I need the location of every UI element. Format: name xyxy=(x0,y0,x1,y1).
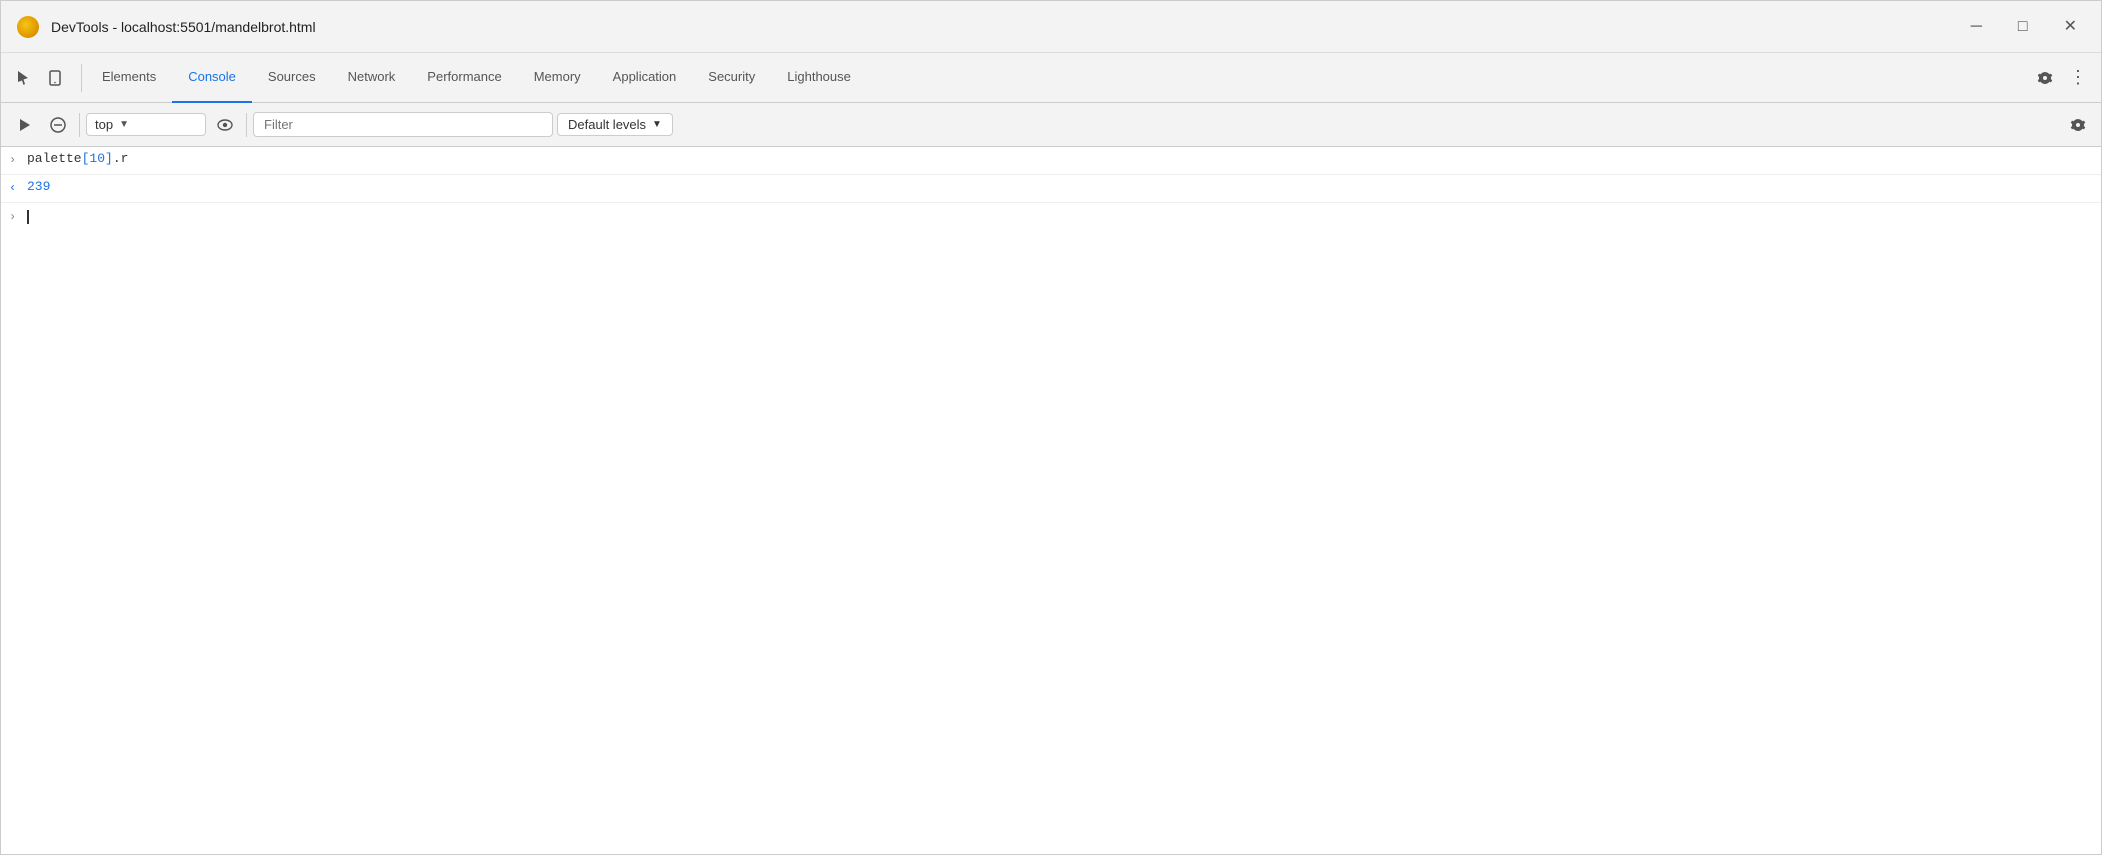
devtools-icon xyxy=(17,16,39,38)
close-button[interactable]: ✕ xyxy=(2056,15,2085,39)
tab-console[interactable]: Console xyxy=(172,53,252,103)
filter-input[interactable] xyxy=(253,112,553,137)
maximize-button[interactable]: □ xyxy=(2010,15,2036,39)
console-output-value: 239 xyxy=(27,179,50,194)
device-icon xyxy=(47,70,63,86)
title-bar: DevTools - localhost:5501/mandelbrot.htm… xyxy=(1,1,2101,53)
context-label: top xyxy=(95,117,113,132)
cursor-icon xyxy=(15,70,31,86)
bracket-index: [10] xyxy=(82,151,113,166)
minimize-button[interactable]: ─ xyxy=(1963,15,1990,39)
console-entry-input: › palette[10].r xyxy=(1,147,2101,175)
gear-icon xyxy=(2037,70,2053,86)
device-toolbar-button[interactable] xyxy=(41,64,69,92)
more-options-button[interactable]: ⋮ xyxy=(2063,61,2093,94)
tab-memory[interactable]: Memory xyxy=(518,53,597,103)
watch-expressions-button[interactable] xyxy=(210,112,240,138)
console-settings-button[interactable] xyxy=(2063,112,2093,138)
console-input-text: palette[10].r xyxy=(27,151,2093,166)
tabs-bar: Elements Console Sources Network Perform… xyxy=(1,53,2101,103)
tab-network[interactable]: Network xyxy=(332,53,412,103)
return-arrow-icon: ‹ xyxy=(9,179,23,195)
prompt-arrow-icon: › xyxy=(9,210,23,224)
chevron-down-icon: ▼ xyxy=(119,119,129,130)
levels-arrow-icon: ▼ xyxy=(652,119,662,130)
toolbar-divider-1 xyxy=(79,113,80,137)
log-levels-selector[interactable]: Default levels ▼ xyxy=(557,113,673,136)
cursor-blink xyxy=(27,210,29,224)
tab-lighthouse[interactable]: Lighthouse xyxy=(771,53,867,103)
console-entry-output: ‹ 239 xyxy=(1,175,2101,203)
settings-button[interactable] xyxy=(2031,64,2059,92)
gear-icon xyxy=(2070,117,2086,133)
title-bar-left: DevTools - localhost:5501/mandelbrot.htm… xyxy=(17,16,316,38)
levels-label: Default levels xyxy=(568,117,646,132)
toolbar-divider xyxy=(81,64,82,92)
tab-sources[interactable]: Sources xyxy=(252,53,332,103)
devtools-window: DevTools - localhost:5501/mandelbrot.htm… xyxy=(0,0,2102,855)
tab-security[interactable]: Security xyxy=(692,53,771,103)
window-title: DevTools - localhost:5501/mandelbrot.htm… xyxy=(51,19,316,35)
inspect-element-button[interactable] xyxy=(9,64,37,92)
console-output-area[interactable]: › palette[10].r ‹ 239 › xyxy=(1,147,2101,854)
clear-icon xyxy=(50,117,66,133)
tab-application[interactable]: Application xyxy=(597,53,693,103)
toolbar-right xyxy=(2063,112,2093,138)
tab-elements[interactable]: Elements xyxy=(86,53,172,103)
console-toolbar: top ▼ Default levels ▼ xyxy=(1,103,2101,147)
play-icon xyxy=(16,117,32,133)
eye-icon xyxy=(217,117,233,133)
expand-arrow-icon[interactable]: › xyxy=(9,151,23,167)
context-selector[interactable]: top ▼ xyxy=(86,113,206,136)
console-input-prompt[interactable]: › xyxy=(1,203,2101,231)
devtools-toolbar-icons xyxy=(9,64,69,92)
tabs-right-controls: ⋮ xyxy=(2031,61,2093,94)
clear-console-button[interactable] xyxy=(43,112,73,138)
toolbar-divider-2 xyxy=(246,113,247,137)
title-bar-controls: ─ □ ✕ xyxy=(1963,15,2085,39)
tab-performance[interactable]: Performance xyxy=(411,53,517,103)
run-button[interactable] xyxy=(9,112,39,138)
